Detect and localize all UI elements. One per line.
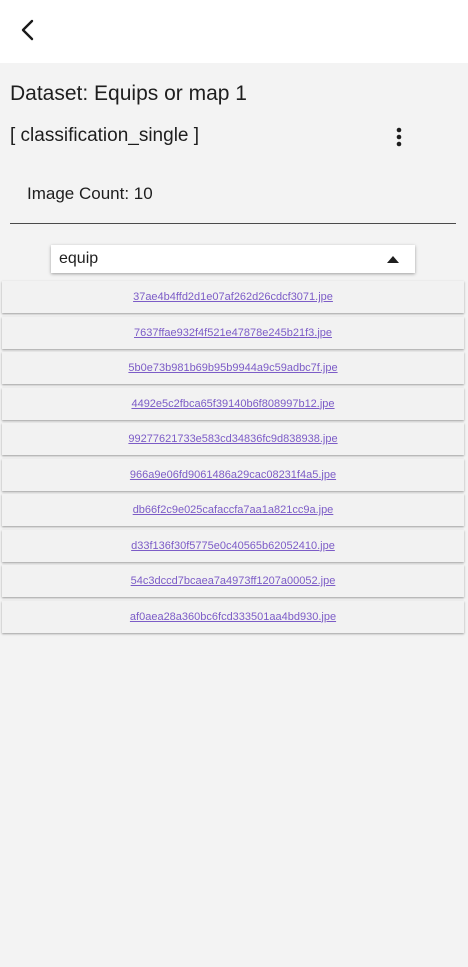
file-list-item[interactable]: 37ae4b4ffd2d1e07af262d26cdcf3071.jpe xyxy=(2,281,464,313)
arrow-drop-up-icon xyxy=(387,255,399,263)
file-list-item[interactable]: 54c3dccd7bcaea7a4973ff1207a00052.jpe xyxy=(2,565,464,597)
app-bar xyxy=(0,0,468,63)
class-filter-dropdown[interactable]: equip xyxy=(51,245,415,273)
file-list-item[interactable]: af0aea28a360bc6fcd333501aa4bd930.jpe xyxy=(2,600,464,633)
file-link[interactable]: 4492e5c2fbca65f39140b6f808997b12.jpe xyxy=(131,398,334,410)
more-vert-icon xyxy=(396,127,402,147)
dropdown-selected-value: equip xyxy=(59,250,99,267)
file-link[interactable]: 7637ffae932f4f521e47878e245b21f3.jpe xyxy=(134,327,332,339)
file-list-item[interactable]: 5b0e73b981b69b95b9944a9c59adbc7f.jpe xyxy=(2,352,464,384)
dataset-type: [ classification_single ] xyxy=(10,125,200,146)
chevron-left-icon xyxy=(21,19,34,41)
divider xyxy=(10,223,456,224)
file-list: 37ae4b4ffd2d1e07af262d26cdcf3071.jpe 7637… xyxy=(2,281,464,636)
file-link[interactable]: d33f136f30f5775e0c40565b62052410.jpe xyxy=(131,540,335,552)
file-link[interactable]: 5b0e73b981b69b95b9944a9c59adbc7f.jpe xyxy=(128,362,337,374)
file-list-item[interactable]: 7637ffae932f4f521e47878e245b21f3.jpe xyxy=(2,316,464,349)
file-list-item[interactable]: db66f2c9e025cafaccfa7aa1a821cc9a.jpe xyxy=(2,494,464,526)
dataset-title: Dataset: Equips or map 1 xyxy=(10,82,247,105)
file-link[interactable]: db66f2c9e025cafaccfa7aa1a821cc9a.jpe xyxy=(133,504,334,516)
file-list-item[interactable]: 966a9e06fd9061486a29cac08231f4a5.jpe xyxy=(2,458,464,491)
file-list-item[interactable]: 99277621733e583cd34836fc9d838938.jpe xyxy=(2,423,464,455)
more-options-button[interactable] xyxy=(384,122,414,152)
file-link[interactable]: af0aea28a360bc6fcd333501aa4bd930.jpe xyxy=(130,611,336,623)
image-count: Image Count: 10 xyxy=(27,184,153,203)
file-list-item[interactable]: 4492e5c2fbca65f39140b6f808997b12.jpe xyxy=(2,387,464,420)
file-link[interactable]: 54c3dccd7bcaea7a4973ff1207a00052.jpe xyxy=(131,575,336,587)
back-button[interactable] xyxy=(12,14,44,46)
file-link[interactable]: 37ae4b4ffd2d1e07af262d26cdcf3071.jpe xyxy=(133,291,333,303)
file-link[interactable]: 99277621733e583cd34836fc9d838938.jpe xyxy=(128,433,337,445)
file-list-item[interactable]: d33f136f30f5775e0c40565b62052410.jpe xyxy=(2,529,464,562)
file-link[interactable]: 966a9e06fd9061486a29cac08231f4a5.jpe xyxy=(130,469,336,481)
